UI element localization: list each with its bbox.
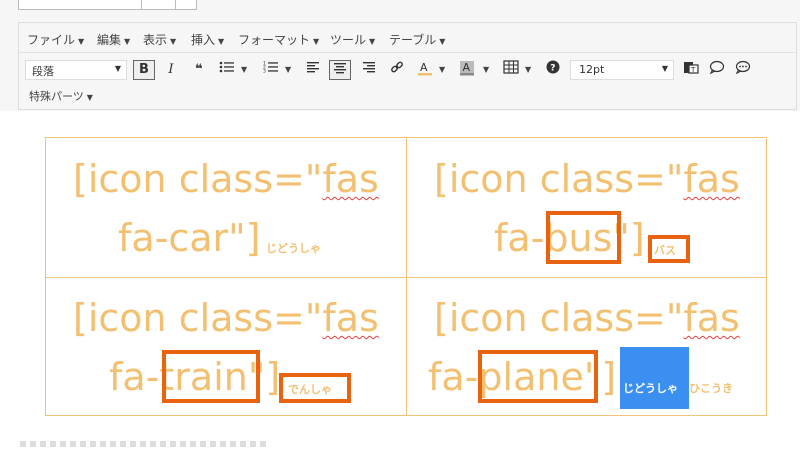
- faint-text-line: [20, 441, 270, 447]
- comment-icon[interactable]: [707, 60, 727, 80]
- special-parts-menu[interactable]: 特殊パーツ ▼: [29, 88, 93, 104]
- menu-file[interactable]: ファイル ▼: [27, 31, 84, 48]
- highlight-box-train: [162, 350, 260, 403]
- highlight-box-bus: [546, 211, 621, 264]
- numbered-list-caret[interactable]: ▼: [285, 60, 291, 80]
- menu-tools[interactable]: ツール ▼: [330, 31, 375, 48]
- italic-button[interactable]: I: [161, 60, 181, 80]
- table-icon[interactable]: [501, 60, 521, 80]
- cell-4-selected-ruby: じどうしゃ: [623, 382, 678, 395]
- table-caret[interactable]: ▼: [525, 60, 531, 80]
- editor-content[interactable]: [icon class="fas fa-car"] じどうしゃ [icon cl…: [0, 111, 800, 450]
- svg-text:3: 3: [263, 69, 266, 75]
- align-center-icon[interactable]: [329, 60, 351, 80]
- background-color-icon[interactable]: A: [457, 60, 477, 80]
- cell-1-ruby: じどうしゃ: [266, 242, 321, 255]
- menubar: ファイル ▼ 編集 ▼ 表示 ▼ 挿入 ▼ フォーマット ▼ ツール ▼ テーブル ▼: [19, 23, 796, 53]
- bold-button[interactable]: B: [133, 60, 155, 80]
- text-color-caret[interactable]: ▼: [439, 60, 445, 80]
- menu-insert[interactable]: 挿入 ▼: [191, 31, 224, 48]
- cell-4-line-1: [icon class="fas: [434, 296, 740, 340]
- text-color-icon[interactable]: A: [415, 60, 435, 80]
- paragraph-format-select[interactable]: 段落 ▼: [25, 60, 127, 80]
- toolbar: 段落 ▼ B I ❝ ▼ 123 ▼ A ▼ A ▼ ▼ ? 12pt ▼ T …: [19, 54, 796, 110]
- font-size-select[interactable]: 12pt ▼: [570, 60, 674, 80]
- background-color-caret[interactable]: ▼: [483, 60, 489, 80]
- comment-dots-icon[interactable]: [733, 60, 753, 80]
- svg-text:A: A: [420, 61, 428, 74]
- cell-3-ruby: でんしゃ: [288, 383, 332, 396]
- paste-icon[interactable]: T: [681, 60, 701, 80]
- menu-format[interactable]: フォーマット ▼: [238, 31, 319, 48]
- align-right-icon[interactable]: [359, 60, 379, 80]
- cell-2-line-1: [icon class="fas: [434, 157, 740, 201]
- blockquote-button[interactable]: ❝: [189, 60, 209, 80]
- svg-text:A: A: [463, 61, 471, 74]
- align-left-icon[interactable]: [303, 60, 323, 80]
- cell-1-line-1: [icon class="fas: [73, 157, 379, 201]
- cell-3-line-1: [icon class="fas: [73, 296, 379, 340]
- editor-chrome: ファイル ▼ 編集 ▼ 表示 ▼ 挿入 ▼ フォーマット ▼ ツール ▼ テーブル ▼ 段落 ▼…: [18, 22, 797, 110]
- numbered-list-icon[interactable]: 123: [261, 60, 281, 80]
- svg-text:?: ?: [550, 64, 555, 74]
- svg-text:T: T: [690, 66, 696, 74]
- text-selection: [620, 347, 689, 409]
- menu-edit[interactable]: 編集 ▼: [97, 31, 130, 48]
- bullet-list-caret[interactable]: ▼: [241, 60, 247, 80]
- menu-view[interactable]: 表示 ▼: [143, 31, 176, 48]
- cell-1-line-2: fa-car"]: [118, 216, 261, 260]
- link-icon[interactable]: [387, 60, 407, 80]
- help-icon[interactable]: ?: [543, 60, 563, 80]
- menu-table[interactable]: テーブル ▼: [389, 31, 445, 48]
- cell-2-ruby: バス: [654, 244, 676, 257]
- bullet-list-icon[interactable]: [217, 60, 237, 80]
- cell-4-ruby: ひこうき: [689, 382, 733, 395]
- previous-table-fragment: [18, 0, 197, 10]
- page: ファイル ▼ 編集 ▼ 表示 ▼ 挿入 ▼ フォーマット ▼ ツール ▼ テーブル ▼ 段落 ▼…: [0, 0, 800, 450]
- highlight-box-plane: [478, 350, 598, 403]
